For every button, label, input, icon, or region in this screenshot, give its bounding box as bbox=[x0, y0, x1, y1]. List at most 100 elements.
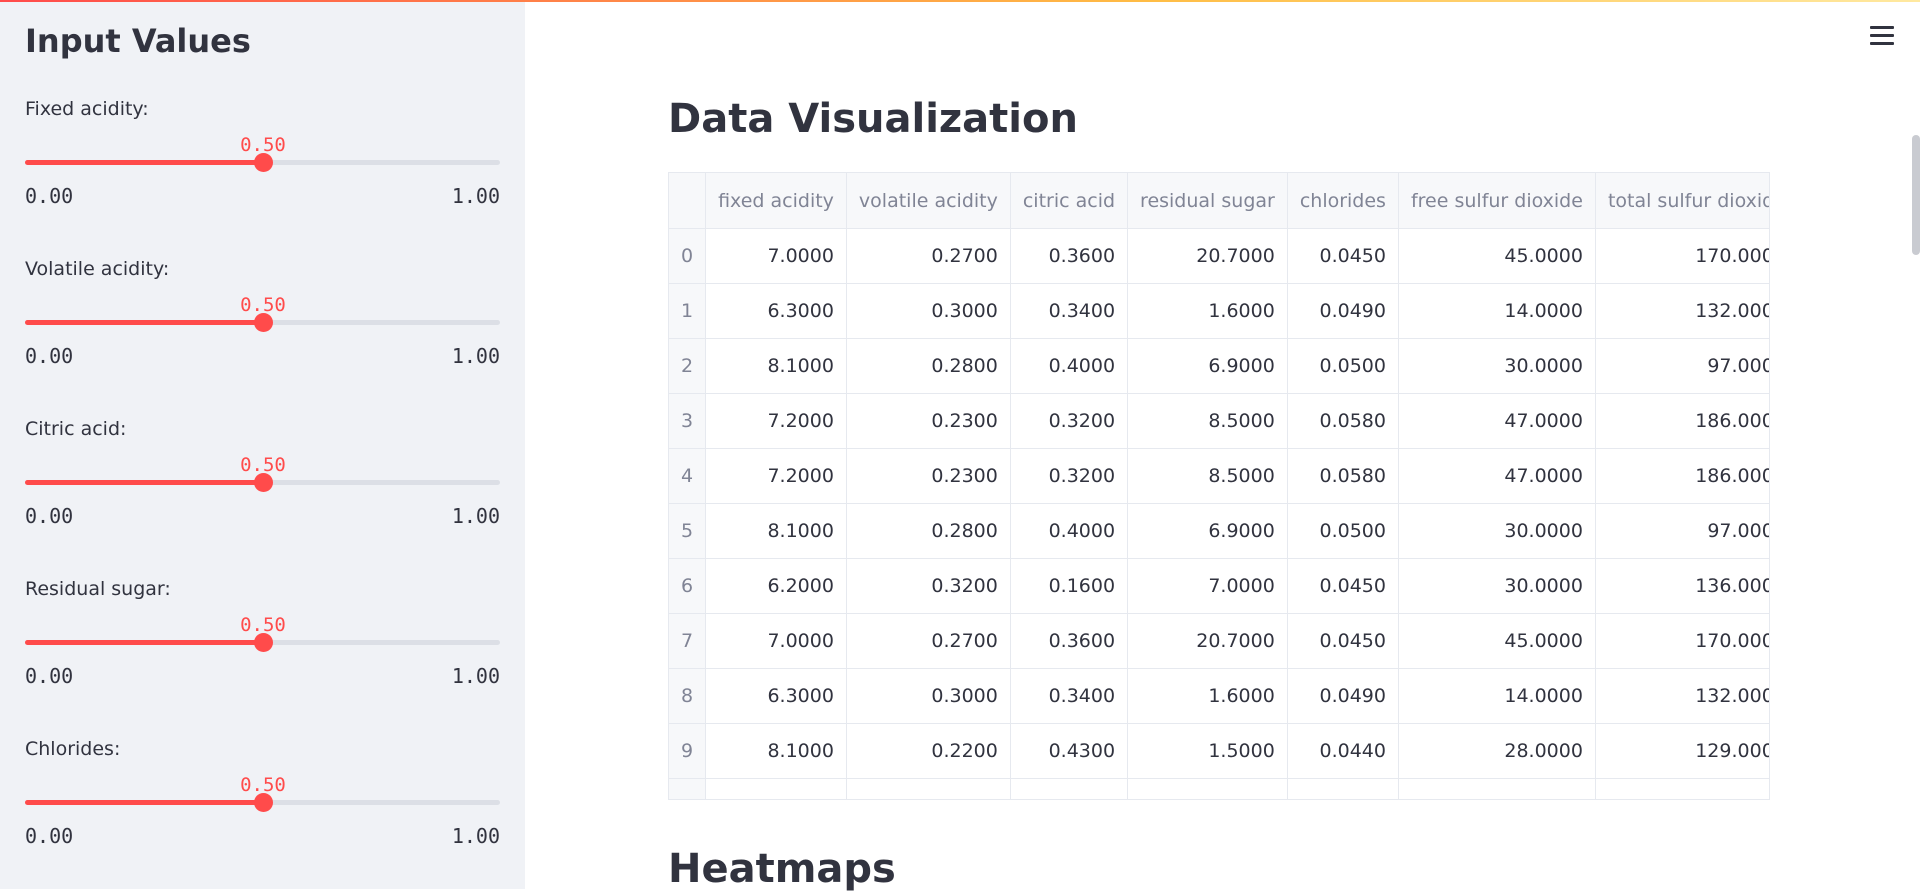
slider-fill bbox=[25, 640, 263, 645]
slider-max-label: 1.00 bbox=[451, 344, 500, 368]
table-cell: 7.0000 bbox=[705, 228, 847, 284]
table-cell: 0.0450 bbox=[1287, 228, 1399, 284]
table-row: 7 7.0000 0.2700 0.3600 20.7000 0.0450 45.0000 1… bbox=[669, 613, 1769, 669]
table-cell: 45.0000 bbox=[1398, 228, 1596, 284]
table-cell: 0.4000 bbox=[1010, 503, 1129, 559]
column-header[interactable]: residual sugar bbox=[1127, 173, 1288, 229]
table-cell: 0.3400 bbox=[1010, 283, 1129, 339]
slider-max-label: 1.00 bbox=[451, 504, 500, 528]
table-row: 6 6.2000 0.3200 0.1600 7.0000 0.0450 30.0000 13… bbox=[669, 558, 1769, 614]
table-cell: 0.0500 bbox=[1287, 338, 1399, 394]
table-cell: 7.0000 bbox=[1127, 558, 1288, 614]
table-cell: 0.0490 bbox=[1287, 668, 1399, 724]
table-row: 0 7.0000 0.2700 0.3600 20.7000 0.0450 45.0000 1… bbox=[669, 228, 1769, 284]
table-cell: 0.3200 bbox=[1010, 448, 1129, 504]
top-decoration-bar bbox=[0, 0, 1920, 2]
row-index: 1 bbox=[669, 283, 707, 339]
table-cell: 0.0490 bbox=[1287, 283, 1399, 339]
table-cell: 170.0000 bbox=[1595, 228, 1769, 284]
table-cell: 8.5000 bbox=[1127, 393, 1288, 449]
table-cell: 1.5000 bbox=[1127, 723, 1288, 779]
data-table[interactable]: fixed acidity volatile acidity citric acid… bbox=[668, 172, 1770, 800]
column-header[interactable]: total sulfur dioxide bbox=[1595, 173, 1769, 229]
table-cell: 6.9000 bbox=[1127, 338, 1288, 394]
table-cell: 0.3200 bbox=[1010, 393, 1129, 449]
table-cell: 0.2300 bbox=[846, 448, 1011, 504]
slider-label: Residual sugar: bbox=[25, 578, 171, 600]
column-header[interactable]: citric acid bbox=[1010, 173, 1129, 229]
table-cell: 7.0000 bbox=[705, 613, 847, 669]
slider-track[interactable] bbox=[25, 153, 500, 172]
table-cell: 136.0000 bbox=[1595, 558, 1769, 614]
column-header[interactable]: free sulfur dioxide bbox=[1398, 173, 1596, 229]
slider-track[interactable] bbox=[25, 473, 500, 492]
table-cell: 14.0000 bbox=[1398, 283, 1596, 339]
table-cell: 0.0580 bbox=[1287, 448, 1399, 504]
table-row: 5 8.1000 0.2800 0.4000 6.9000 0.0500 30.0000 97… bbox=[669, 503, 1769, 559]
table-cell: 6.3000 bbox=[705, 283, 847, 339]
column-header[interactable]: volatile acidity bbox=[846, 173, 1011, 229]
slider-track[interactable] bbox=[25, 793, 500, 812]
slider-3: Residual sugar: 0.50 0.00 1.00 bbox=[25, 578, 500, 708]
table-cell: 8.1000 bbox=[705, 723, 847, 779]
row-index: 9 bbox=[669, 723, 707, 779]
table-cell: 0.2700 bbox=[846, 613, 1011, 669]
table-cell: 1.6000 bbox=[1127, 283, 1288, 339]
table-row: 1 6.3000 0.3000 0.3400 1.6000 0.0490 14.0000 13… bbox=[669, 283, 1769, 339]
table-cell: 6.3000 bbox=[705, 668, 847, 724]
table-cell: 6.2000 bbox=[705, 558, 847, 614]
table-row bbox=[669, 778, 1769, 799]
slider-fill bbox=[25, 160, 263, 165]
table-cell: 97.0000 bbox=[1595, 338, 1769, 394]
slider-fill bbox=[25, 800, 263, 805]
table-cell: 20.7000 bbox=[1127, 613, 1288, 669]
table-cell: 6.9000 bbox=[1127, 503, 1288, 559]
row-index: 5 bbox=[669, 503, 707, 559]
column-header[interactable] bbox=[669, 173, 707, 229]
row-index bbox=[669, 778, 707, 799]
slider-thumb[interactable] bbox=[254, 793, 273, 812]
slider-2: Citric acid: 0.50 0.00 1.00 bbox=[25, 418, 500, 548]
slider-min-label: 0.00 bbox=[25, 664, 74, 688]
slider-label: Volatile acidity: bbox=[25, 258, 170, 280]
slider-label: Chlorides: bbox=[25, 738, 121, 760]
table-cell: 30.0000 bbox=[1398, 503, 1596, 559]
table-row: 3 7.2000 0.2300 0.3200 8.5000 0.0580 47.0000 18… bbox=[669, 393, 1769, 449]
table-cell: 186.0000 bbox=[1595, 448, 1769, 504]
table-cell: 0.2800 bbox=[846, 338, 1011, 394]
column-header[interactable]: chlorides bbox=[1287, 173, 1399, 229]
row-index: 2 bbox=[669, 338, 707, 394]
table-cell: 0.2700 bbox=[846, 228, 1011, 284]
scrollbar[interactable] bbox=[1912, 135, 1920, 255]
table-cell bbox=[705, 778, 847, 799]
page-title: Data Visualization bbox=[668, 96, 1078, 142]
table-cell: 0.3600 bbox=[1010, 228, 1129, 284]
table-body: 0 7.0000 0.2700 0.3600 20.7000 0.0450 45.0000 1… bbox=[669, 228, 1769, 799]
sidebar-title: Input Values bbox=[25, 22, 251, 60]
row-index: 8 bbox=[669, 668, 707, 724]
slider-thumb[interactable] bbox=[254, 633, 273, 652]
table-cell bbox=[1595, 778, 1769, 799]
table-cell: 129.0000 bbox=[1595, 723, 1769, 779]
table-cell: 28.0000 bbox=[1398, 723, 1596, 779]
table-cell bbox=[1287, 778, 1399, 799]
table-cell bbox=[1010, 778, 1129, 799]
slider-thumb[interactable] bbox=[254, 313, 273, 332]
slider-thumb[interactable] bbox=[254, 153, 273, 172]
slider-1: Volatile acidity: 0.50 0.00 1.00 bbox=[25, 258, 500, 388]
hamburger-menu-icon[interactable] bbox=[1870, 26, 1894, 46]
slider-track[interactable] bbox=[25, 633, 500, 652]
slider-thumb[interactable] bbox=[254, 473, 273, 492]
row-index: 3 bbox=[669, 393, 707, 449]
row-index: 0 bbox=[669, 228, 707, 284]
table-cell: 0.0500 bbox=[1287, 503, 1399, 559]
table-cell: 14.0000 bbox=[1398, 668, 1596, 724]
table-cell: 45.0000 bbox=[1398, 613, 1596, 669]
slider-track[interactable] bbox=[25, 313, 500, 332]
slider-min-label: 0.00 bbox=[25, 504, 74, 528]
slider-min-label: 0.00 bbox=[25, 344, 74, 368]
slider-fill bbox=[25, 480, 263, 485]
column-header[interactable]: fixed acidity bbox=[705, 173, 847, 229]
table-cell: 30.0000 bbox=[1398, 338, 1596, 394]
table-cell: 7.2000 bbox=[705, 448, 847, 504]
